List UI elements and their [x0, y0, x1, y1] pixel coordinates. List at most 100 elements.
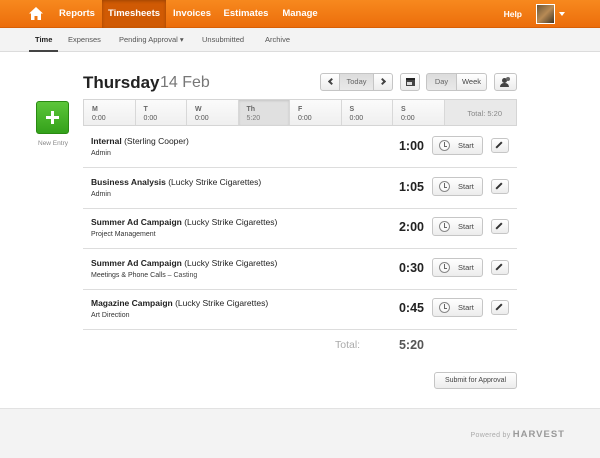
week-day-hours: 0:00 [401, 115, 415, 122]
entry-project: Summer Ad Campaign (Lucky Strike Cigaret… [91, 258, 277, 268]
avatar[interactable] [536, 4, 555, 24]
edit-entry-button[interactable] [491, 300, 509, 315]
entry-task: Admin [91, 191, 111, 198]
new-entry-button[interactable] [36, 101, 69, 134]
time-entry-row: Business Analysis (Lucky Strike Cigarett… [83, 168, 517, 209]
pencil-icon [495, 182, 503, 190]
week-day-hours: 0:00 [298, 115, 312, 122]
edit-entry-button[interactable] [491, 138, 509, 153]
nav-timesheets[interactable]: Timesheets [102, 0, 166, 28]
start-timer-button[interactable]: Start [432, 136, 483, 155]
week-day-letter: S [401, 106, 406, 113]
edit-entry-button[interactable] [491, 219, 509, 234]
week-day-hours: 5:20 [246, 115, 261, 122]
week-day-hours: 0:00 [92, 115, 106, 122]
task-note: – Casting [165, 272, 198, 279]
week-day-wednesday[interactable]: W 0:00 [187, 100, 239, 125]
home-icon[interactable] [28, 6, 44, 21]
pencil-icon [495, 141, 503, 149]
nav-invoices[interactable]: Invoices [168, 0, 216, 28]
calendar-button[interactable] [400, 73, 420, 91]
project-name: Magazine Campaign [91, 298, 173, 308]
subnav-expenses[interactable]: Expenses [68, 28, 101, 51]
teammates-button[interactable] [494, 73, 517, 91]
entry-hours: 0:45 [398, 301, 424, 315]
time-entry-row: Magazine Campaign (Lucky Strike Cigarett… [83, 289, 517, 330]
week-view-button[interactable]: Week [456, 73, 487, 91]
week-day-hours: 0:00 [349, 115, 364, 122]
entry-hours: 1:00 [398, 139, 424, 153]
task-name: Meetings & Phone Calls [91, 272, 166, 279]
week-day-sunday[interactable]: S 0:00 [393, 100, 445, 125]
week-day-letter: W [195, 106, 202, 113]
start-timer-button[interactable]: Start [432, 298, 483, 317]
entry-task: Admin [91, 150, 111, 157]
next-day-button[interactable] [373, 73, 393, 91]
entry-project: Business Analysis (Lucky Strike Cigarett… [91, 177, 261, 187]
week-day-tuesday[interactable]: T 0:00 [136, 100, 187, 125]
entry-task: Art Direction [91, 312, 130, 319]
entry-project: Magazine Campaign (Lucky Strike Cigarett… [91, 298, 268, 308]
help-link[interactable]: Help [504, 0, 522, 28]
clock-icon [439, 181, 450, 192]
start-timer-button[interactable]: Start [432, 217, 483, 236]
entry-hours: 0:30 [398, 261, 424, 275]
pencil-icon [495, 263, 503, 271]
week-day-thursday[interactable]: Th 5:20 [238, 100, 290, 125]
people-icon [500, 77, 510, 87]
week-day-saturday[interactable]: S 0:00 [342, 100, 393, 125]
harvest-logo[interactable]: HARVEST [513, 429, 565, 440]
start-timer-button[interactable]: Start [432, 258, 483, 277]
week-total: Total: 5:20 [444, 100, 516, 125]
task-name: Admin [91, 191, 111, 198]
entry-project: Internal (Sterling Cooper) [91, 136, 189, 146]
start-label: Start [458, 263, 474, 272]
start-timer-button[interactable]: Start [432, 177, 483, 196]
powered-by: Powered by HARVEST [471, 429, 565, 440]
start-label: Start [458, 141, 474, 150]
clock-icon [439, 262, 450, 273]
sub-navigation-bar: Time Expenses Pending Approval ▾ Unsubmi… [0, 28, 600, 52]
entry-task: Meetings & Phone Calls – Casting [91, 272, 197, 279]
previous-day-button[interactable] [320, 73, 340, 91]
subnav-archive[interactable]: Archive [265, 28, 290, 51]
today-button[interactable]: Today [339, 73, 374, 91]
day-view-button[interactable]: Day [426, 73, 457, 91]
clock-icon [439, 221, 450, 232]
week-day-letter: S [349, 106, 355, 113]
calendar-icon [406, 78, 415, 86]
pencil-icon [495, 222, 503, 230]
nav-estimates[interactable]: Estimates [220, 0, 272, 28]
start-label: Start [458, 182, 474, 191]
chevron-left-icon [327, 77, 336, 86]
nav-reports[interactable]: Reports [54, 0, 100, 28]
week-day-letter: F [298, 106, 303, 113]
edit-entry-button[interactable] [491, 260, 509, 275]
clock-icon [439, 140, 450, 151]
chevron-down-icon[interactable] [559, 12, 565, 16]
entry-hours: 1:05 [398, 180, 424, 194]
project-name: Internal [91, 136, 122, 146]
project-name: Summer Ad Campaign [91, 217, 182, 227]
edit-entry-button[interactable] [491, 179, 509, 194]
new-entry-label: New Entry [38, 140, 68, 147]
submit-for-approval-button[interactable]: Submit for Approval [434, 372, 517, 389]
start-label: Start [458, 303, 474, 312]
client-name: (Lucky Strike Cigarettes) [184, 217, 278, 227]
time-entry-row: Summer Ad Campaign (Lucky Strike Cigaret… [83, 208, 517, 249]
nav-manage[interactable]: Manage [278, 0, 322, 28]
subnav-pending-approval[interactable]: Pending Approval ▾ [119, 28, 184, 51]
subnav-time[interactable]: Time [28, 28, 59, 52]
task-name: Art Direction [91, 312, 130, 319]
week-day-hours: 0:00 [143, 115, 158, 122]
day-date: 14 Feb [160, 74, 210, 91]
powered-by-text: Powered by [470, 432, 511, 439]
task-name: Project Management [91, 231, 156, 238]
week-day-friday[interactable]: F 0:00 [290, 100, 342, 125]
chevron-right-icon [378, 77, 387, 86]
week-day-monday[interactable]: M 0:00 [84, 100, 136, 125]
week-day-letter: T [143, 106, 148, 113]
client-name: (Lucky Strike Cigarettes) [168, 177, 262, 187]
clock-icon [439, 302, 450, 313]
subnav-unsubmitted[interactable]: Unsubmitted [202, 28, 244, 51]
